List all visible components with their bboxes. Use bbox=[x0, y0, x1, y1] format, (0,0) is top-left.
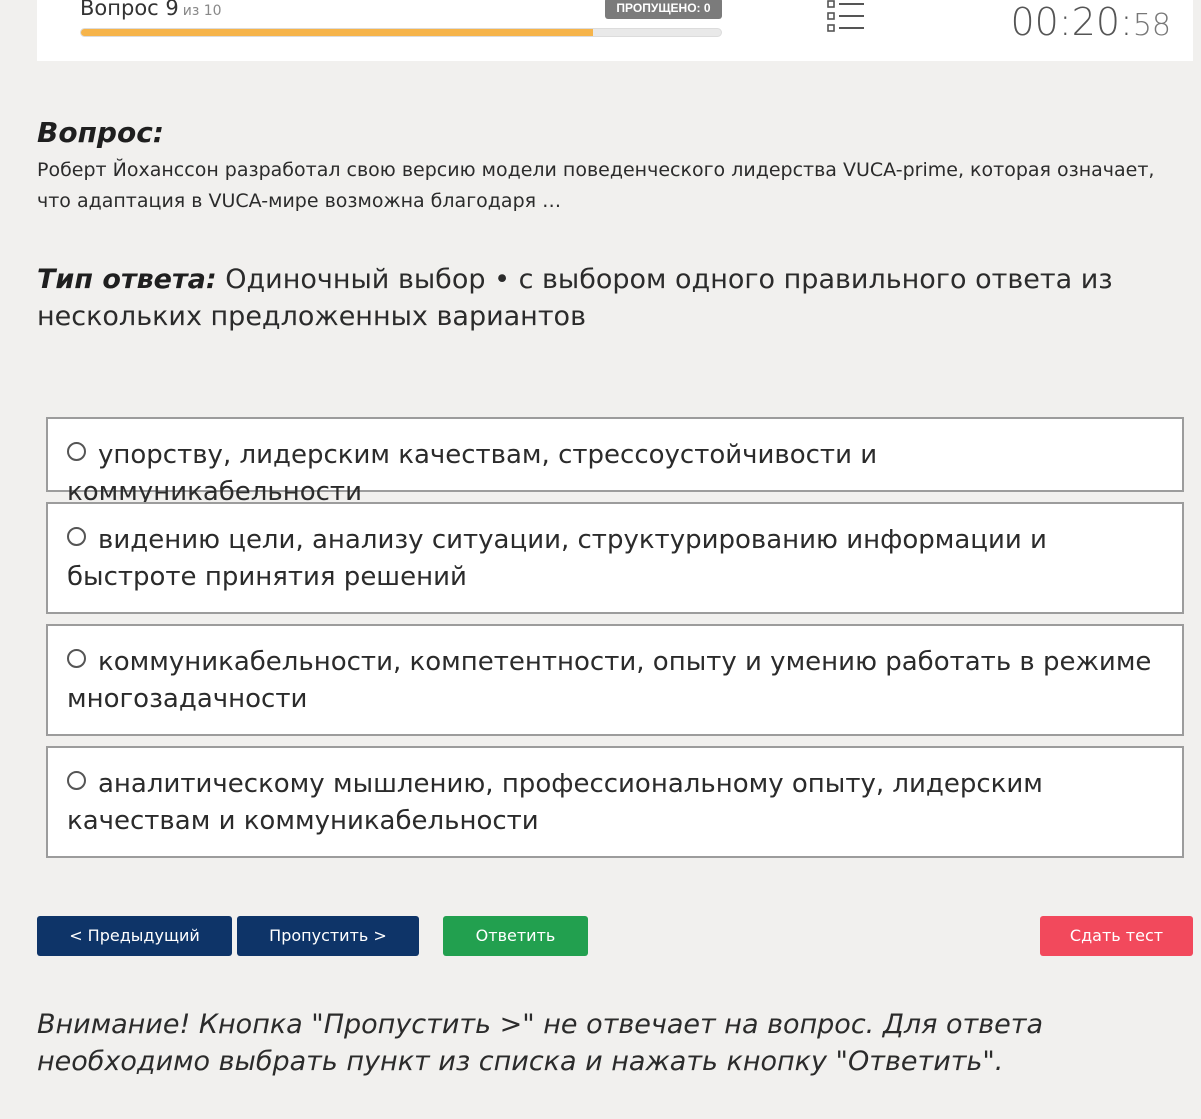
question-number: Вопрос 9 bbox=[80, 0, 179, 20]
radio-button[interactable] bbox=[67, 527, 86, 546]
skip-button[interactable]: Пропустить > bbox=[237, 916, 419, 956]
countdown-timer: 00:20:58 bbox=[1011, 0, 1172, 44]
previous-button[interactable]: < Предыдущий bbox=[37, 916, 232, 956]
submit-test-button[interactable]: Сдать тест bbox=[1040, 916, 1193, 956]
question-heading: Вопрос: bbox=[37, 116, 164, 149]
answer-type-label: Тип ответа: bbox=[37, 264, 217, 295]
progress-bar bbox=[80, 28, 722, 37]
skip-warning: Внимание! Кнопка "Пропустить >" не отвеч… bbox=[37, 1009, 1044, 1077]
question-text: Роберт Йохансcон разработал свою версию … bbox=[37, 159, 1155, 212]
question-counter: Вопрос 9 из 10 bbox=[80, 0, 222, 20]
timer-seconds: 58 bbox=[1132, 8, 1171, 43]
progress-fill bbox=[81, 29, 593, 36]
answer-type: Тип ответа: Одиночный выбор • с выбором … bbox=[37, 261, 1157, 335]
answer-option-1[interactable]: упорству, лидерским качествам, стрессоус… bbox=[46, 417, 1184, 507]
radio-button[interactable] bbox=[67, 442, 86, 461]
option-label: аналитическому мышлению, профессионально… bbox=[67, 769, 1043, 836]
radio-button[interactable] bbox=[67, 771, 86, 790]
answer-option-4[interactable]: аналитическому мышлению, профессионально… bbox=[46, 746, 1184, 858]
answer-option-2[interactable]: видению цели, анализу ситуации, структур… bbox=[46, 502, 1184, 614]
option-label: видению цели, анализу ситуации, структур… bbox=[67, 525, 1047, 592]
answer-option-3[interactable]: коммуникабельности, компетентности, опыт… bbox=[46, 624, 1184, 736]
test-header: Вопрос 9 из 10 ПРОПУЩЕНО: 0 00:20:58 bbox=[37, 0, 1193, 61]
radio-button[interactable] bbox=[67, 649, 86, 668]
option-label: коммуникабельности, компетентности, опыт… bbox=[67, 647, 1152, 714]
list-icon[interactable] bbox=[827, 0, 865, 34]
timer-main: 00:20: bbox=[1010, 0, 1133, 44]
skipped-badge: ПРОПУЩЕНО: 0 bbox=[605, 0, 722, 19]
answer-button[interactable]: Ответить bbox=[443, 916, 588, 956]
question-total: из 10 bbox=[182, 3, 222, 19]
option-label: упорству, лидерским качествам, стрессоус… bbox=[67, 440, 878, 507]
